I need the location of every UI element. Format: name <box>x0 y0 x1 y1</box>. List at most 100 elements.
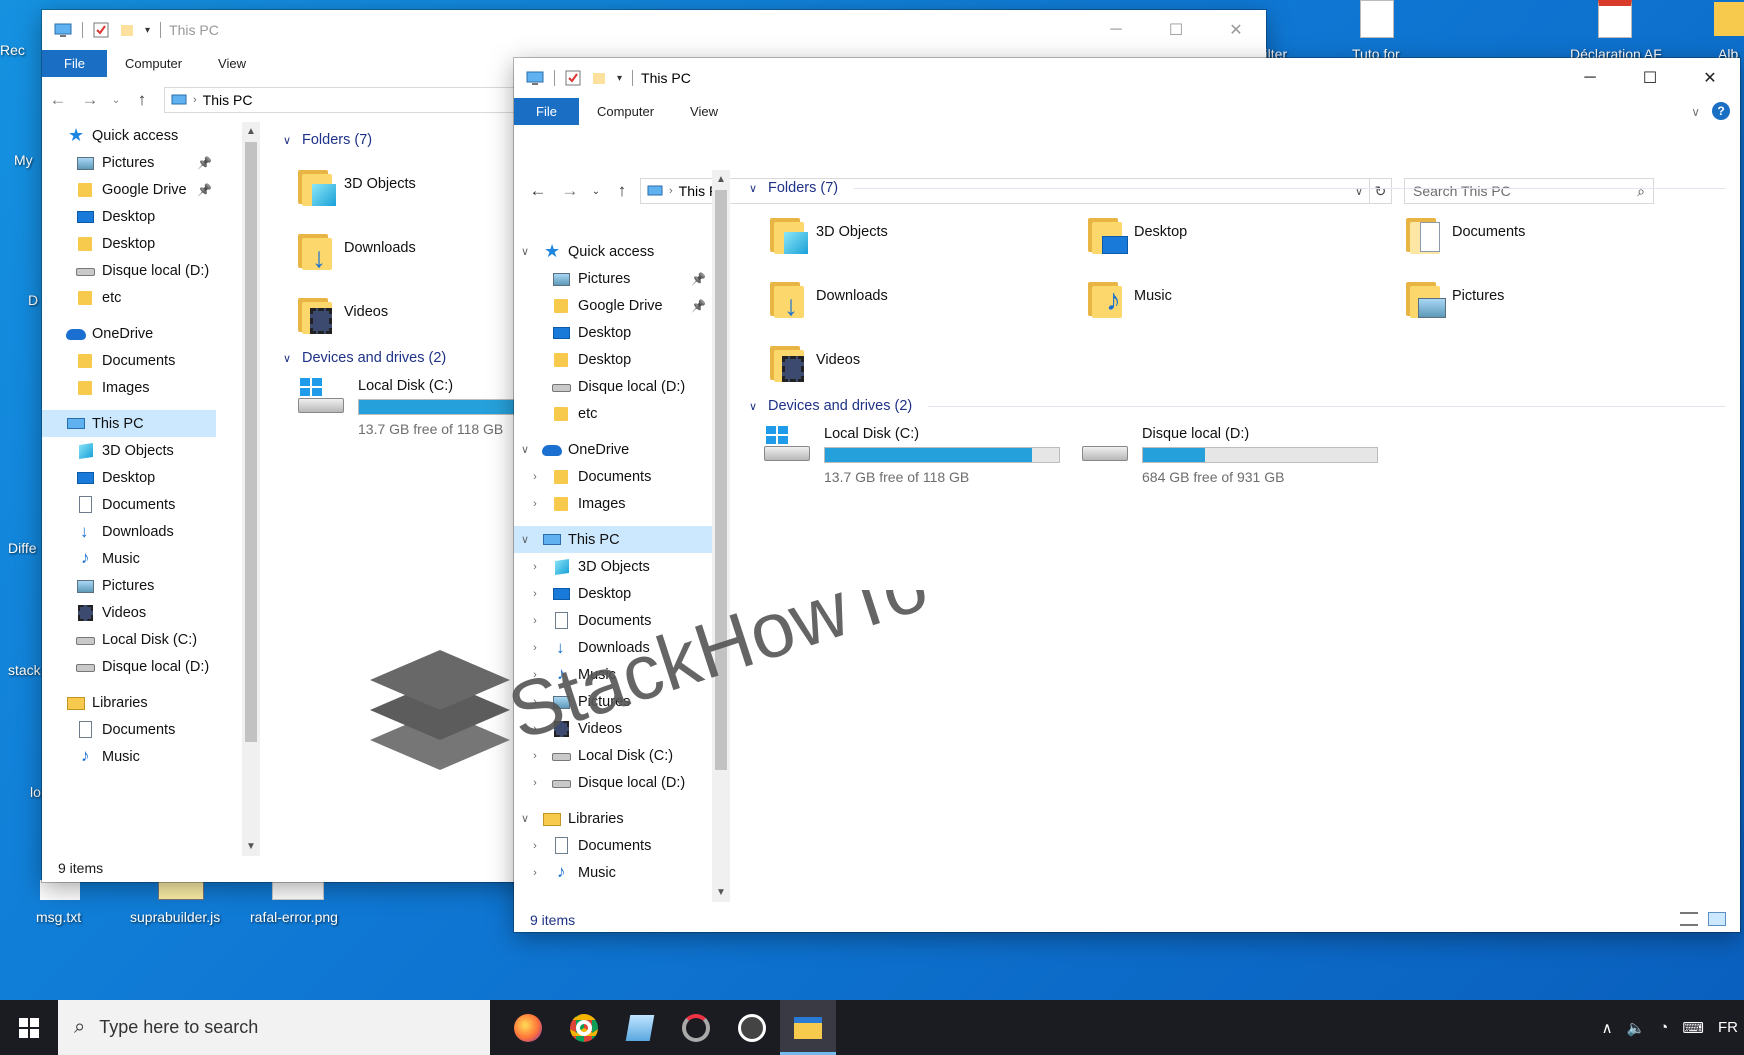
scroll-thumb[interactable] <box>715 190 727 770</box>
chevron-right-icon[interactable]: › <box>528 840 542 852</box>
nav-item[interactable]: Documents <box>42 716 216 743</box>
nav-item[interactable]: Desktop <box>514 346 712 373</box>
folder-tile[interactable]: Desktop <box>1086 214 1187 254</box>
desktop-label-supra[interactable]: suprabuilder.js <box>130 909 220 925</box>
nav-item[interactable]: › ♪ Music <box>514 859 712 886</box>
nav-item[interactable]: › ↓ Downloads <box>514 634 712 661</box>
chevron-down-icon[interactable]: ∨ <box>518 533 532 546</box>
ribbon-tab-computer[interactable]: Computer <box>579 98 672 125</box>
nav-item[interactable]: Disque local (D:) <box>42 257 216 284</box>
group-header-folders[interactable]: ∨ Folders (7) <box>746 180 1726 196</box>
nav-item[interactable]: Pictures 📌 <box>42 149 216 176</box>
nav-item[interactable]: Google Drive 📌 <box>42 176 216 203</box>
start-button[interactable] <box>0 1000 58 1055</box>
folder-tile[interactable]: Documents <box>1404 214 1525 254</box>
nav-item[interactable]: Desktop <box>42 203 216 230</box>
nav-item[interactable]: Desktop <box>514 319 712 346</box>
nav-item[interactable]: ∨ Libraries <box>514 805 712 832</box>
nav-item[interactable]: › Documents <box>514 832 712 859</box>
new-folder-icon[interactable] <box>119 22 135 38</box>
document-file-icon[interactable] <box>1360 0 1394 38</box>
chevron-right-icon[interactable]: › <box>528 561 542 573</box>
text-file-icon[interactable] <box>40 880 80 900</box>
folder-icon[interactable] <box>1714 2 1744 36</box>
pdf-file-icon[interactable] <box>1598 0 1632 38</box>
scroll-down-icon[interactable]: ▼ <box>242 841 260 852</box>
desktop-label-lo[interactable]: lo <box>30 784 41 800</box>
nav-item[interactable]: › Documents <box>514 463 712 490</box>
nav-item[interactable]: › Desktop <box>514 580 712 607</box>
folder-tile[interactable]: Videos <box>296 294 388 334</box>
drive-tile[interactable]: Local Disk (C:) 13.7 GB free of 118 GB <box>762 426 1060 485</box>
nav-item[interactable]: Videos <box>42 599 216 626</box>
nav-item[interactable]: OneDrive <box>42 320 216 347</box>
nav-item[interactable]: ↓ Downloads <box>42 518 216 545</box>
nav-item[interactable]: › 3D Objects <box>514 553 712 580</box>
maximize-button[interactable]: ☐ <box>1620 58 1680 98</box>
chevron-right-icon[interactable]: › <box>528 615 542 627</box>
image-file-icon[interactable] <box>272 880 324 900</box>
nav-item[interactable]: Images <box>42 374 216 401</box>
chevron-right-icon[interactable]: › <box>528 669 542 681</box>
drive-tile[interactable]: Disque local (D:) 684 GB free of 931 GB <box>1080 426 1378 485</box>
back-arrow-icon[interactable]: ← <box>42 90 74 110</box>
nav-item[interactable]: › Disque local (D:) <box>514 769 712 796</box>
chevron-right-icon[interactable]: › <box>528 471 542 483</box>
up-arrow-icon[interactable]: ↑ <box>606 181 638 201</box>
nav-scrollbar[interactable]: ▲ ▼ <box>242 122 260 856</box>
desktop-label-rafal[interactable]: rafal-error.png <box>250 909 338 925</box>
language-indicator[interactable]: FR <box>1718 1019 1738 1036</box>
nav-item[interactable]: 3D Objects <box>42 437 216 464</box>
ribbon-tab-computer[interactable]: Computer <box>107 50 200 77</box>
nav-item[interactable]: ∨ OneDrive <box>514 436 712 463</box>
navigation-pane[interactable]: ★ Quick access Pictures 📌 Google Drive 📌 Deskt… <box>42 122 216 856</box>
desktop-label-msg[interactable]: msg.txt <box>36 909 81 925</box>
chevron-down-icon[interactable]: ∨ <box>518 812 532 825</box>
scroll-thumb[interactable] <box>245 142 257 742</box>
up-arrow-icon[interactable]: ↑ <box>126 90 158 110</box>
chevron-right-icon[interactable]: › <box>528 867 542 879</box>
nav-item[interactable]: › Documents <box>514 607 712 634</box>
chevron-right-icon[interactable]: › <box>528 723 542 735</box>
customize-toolbar-icon[interactable]: ▾ <box>617 73 622 84</box>
nav-item[interactable]: etc <box>42 284 216 311</box>
ribbon-tab-file[interactable]: File <box>514 98 579 125</box>
nav-item[interactable]: Pictures <box>42 572 216 599</box>
nav-item[interactable]: Documents <box>42 491 216 518</box>
taskbar-search-box[interactable]: ⌕ Type here to search <box>58 1000 490 1055</box>
desktop-label-recycle[interactable]: Rec <box>0 42 25 58</box>
back-arrow-icon[interactable]: ← <box>522 181 554 201</box>
nav-item[interactable]: › Pictures <box>514 688 712 715</box>
nav-item[interactable]: › Videos <box>514 715 712 742</box>
nav-item[interactable]: › Local Disk (C:) <box>514 742 712 769</box>
chevron-right-icon[interactable]: › <box>528 642 542 654</box>
nav-item[interactable]: Disque local (D:) <box>514 373 712 400</box>
chevron-right-icon[interactable]: › <box>528 498 542 510</box>
forward-arrow-icon[interactable]: → <box>554 181 586 201</box>
minimize-button[interactable]: ─ <box>1560 58 1620 98</box>
group-header-drives[interactable]: ∨ Devices and drives (2) <box>746 398 1726 414</box>
details-view-icon[interactable] <box>1680 912 1698 926</box>
close-button[interactable]: ✕ <box>1680 58 1740 98</box>
folder-tile[interactable]: ♪ Music <box>1086 278 1172 318</box>
chevron-down-icon[interactable]: ∨ <box>518 245 532 258</box>
file-explorer-icon[interactable] <box>780 1000 836 1055</box>
folder-tile[interactable]: Pictures <box>1404 278 1504 318</box>
nav-item[interactable]: ♪ Music <box>42 545 216 572</box>
js-file-icon[interactable] <box>158 880 204 900</box>
desktop-label-d[interactable]: D <box>28 292 38 308</box>
nav-item[interactable]: › ♪ Music <box>514 661 712 688</box>
chrome-icon[interactable] <box>556 1000 612 1055</box>
nav-item[interactable]: ♪ Music <box>42 743 216 770</box>
ribbon-tab-view[interactable]: View <box>672 98 736 125</box>
chevron-right-icon[interactable]: › <box>528 588 542 600</box>
nav-item[interactable]: This PC <box>42 410 216 437</box>
minimize-button[interactable]: ─ <box>1086 10 1146 50</box>
nav-item[interactable]: ★ Quick access <box>42 122 216 149</box>
desktop-label-mypc[interactable]: My <box>14 152 33 168</box>
folder-tile[interactable]: Videos <box>768 342 860 382</box>
davinci-icon[interactable] <box>668 1000 724 1055</box>
desktop-label-diff[interactable]: Diffe <box>8 540 37 556</box>
scroll-down-icon[interactable]: ▼ <box>712 887 730 898</box>
forward-arrow-icon[interactable]: → <box>74 90 106 110</box>
